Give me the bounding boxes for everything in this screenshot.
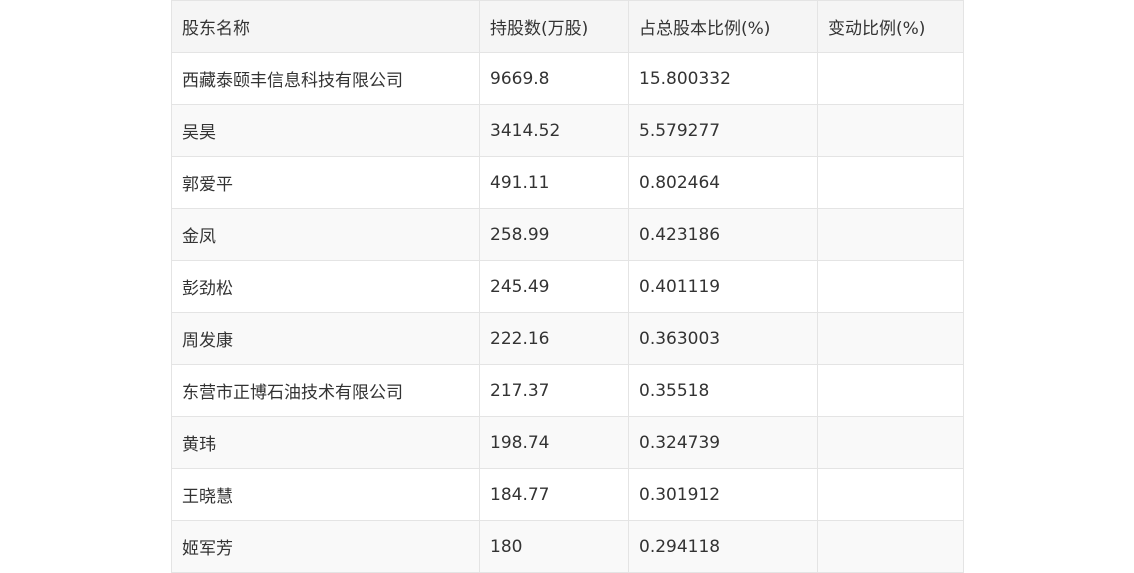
shareholder-table: 股东名称 持股数(万股) 占总股本比例(%) 变动比例(%) 西藏泰颐丰信息科技…	[171, 0, 964, 573]
table-row: 周发康 222.16 0.363003	[171, 312, 964, 365]
cell-shareholder-name: 周发康	[171, 312, 480, 365]
cell-shares-held: 491.11	[479, 156, 629, 209]
cell-shareholder-name: 东营市正博石油技术有限公司	[171, 364, 480, 417]
table-row: 东营市正博石油技术有限公司 217.37 0.35518	[171, 364, 964, 417]
cell-share-ratio: 0.363003	[628, 312, 818, 365]
cell-change-ratio	[817, 312, 964, 365]
header-shareholder-name: 股东名称	[171, 0, 480, 53]
cell-share-ratio: 0.401119	[628, 260, 818, 313]
table-header-row: 股东名称 持股数(万股) 占总股本比例(%) 变动比例(%)	[171, 0, 964, 53]
cell-shareholder-name: 西藏泰颐丰信息科技有限公司	[171, 52, 480, 105]
cell-change-ratio	[817, 156, 964, 209]
cell-change-ratio	[817, 520, 964, 573]
cell-shareholder-name: 吴昊	[171, 104, 480, 157]
cell-shareholder-name: 郭爱平	[171, 156, 480, 209]
cell-shares-held: 217.37	[479, 364, 629, 417]
table-row: 彭劲松 245.49 0.401119	[171, 260, 964, 313]
table-row: 王晓慧 184.77 0.301912	[171, 468, 964, 521]
header-change-ratio: 变动比例(%)	[817, 0, 964, 53]
cell-share-ratio: 0.301912	[628, 468, 818, 521]
table-row: 金凤 258.99 0.423186	[171, 208, 964, 261]
cell-share-ratio: 0.294118	[628, 520, 818, 573]
cell-shares-held: 258.99	[479, 208, 629, 261]
cell-shareholder-name: 姬军芳	[171, 520, 480, 573]
cell-share-ratio: 0.423186	[628, 208, 818, 261]
cell-change-ratio	[817, 468, 964, 521]
table-row: 吴昊 3414.52 5.579277	[171, 104, 964, 157]
cell-shareholder-name: 王晓慧	[171, 468, 480, 521]
cell-share-ratio: 5.579277	[628, 104, 818, 157]
cell-share-ratio: 15.800332	[628, 52, 818, 105]
header-shares-held: 持股数(万股)	[479, 0, 629, 53]
table-row: 西藏泰颐丰信息科技有限公司 9669.8 15.800332	[171, 52, 964, 105]
cell-change-ratio	[817, 364, 964, 417]
table-row: 郭爱平 491.11 0.802464	[171, 156, 964, 209]
cell-shares-held: 184.77	[479, 468, 629, 521]
cell-change-ratio	[817, 104, 964, 157]
cell-shares-held: 180	[479, 520, 629, 573]
cell-change-ratio	[817, 416, 964, 469]
cell-shares-held: 245.49	[479, 260, 629, 313]
cell-shares-held: 198.74	[479, 416, 629, 469]
table-row: 黄玮 198.74 0.324739	[171, 416, 964, 469]
cell-share-ratio: 0.802464	[628, 156, 818, 209]
cell-shareholder-name: 彭劲松	[171, 260, 480, 313]
cell-shares-held: 9669.8	[479, 52, 629, 105]
table-row: 姬军芳 180 0.294118	[171, 520, 964, 573]
cell-change-ratio	[817, 260, 964, 313]
cell-shares-held: 3414.52	[479, 104, 629, 157]
header-share-ratio: 占总股本比例(%)	[628, 0, 818, 53]
cell-share-ratio: 0.35518	[628, 364, 818, 417]
cell-shareholder-name: 黄玮	[171, 416, 480, 469]
shareholder-table-container: 股东名称 持股数(万股) 占总股本比例(%) 变动比例(%) 西藏泰颐丰信息科技…	[171, 0, 964, 573]
cell-shareholder-name: 金凤	[171, 208, 480, 261]
cell-share-ratio: 0.324739	[628, 416, 818, 469]
cell-change-ratio	[817, 208, 964, 261]
cell-shares-held: 222.16	[479, 312, 629, 365]
cell-change-ratio	[817, 52, 964, 105]
